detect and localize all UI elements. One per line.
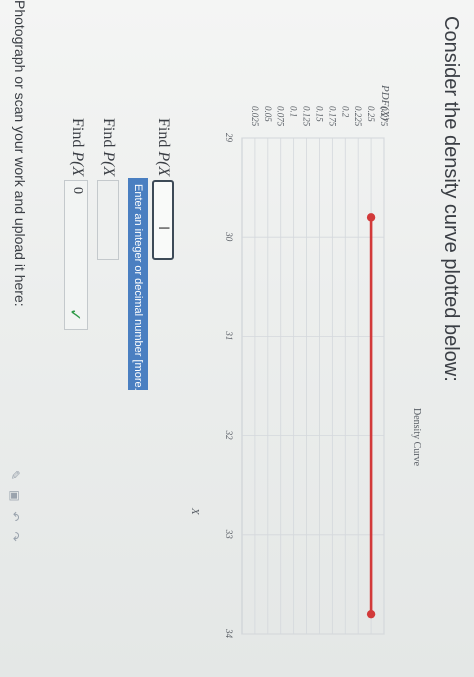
x-tick-label: 31 xyxy=(224,330,234,340)
density-endpoint xyxy=(366,609,376,619)
y-tick-label: 0.05 xyxy=(263,106,273,122)
y-tick-label: 0.175 xyxy=(327,106,337,127)
y-tick-label: 0.25 xyxy=(366,106,376,122)
x-tick-label: 34 xyxy=(224,628,234,639)
y-tick-label: 0.025 xyxy=(250,106,260,127)
y-tick-label: 0.1 xyxy=(289,106,299,117)
question-prefix: Find xyxy=(69,118,86,152)
upload-toolbar: ✎▣↶↷ xyxy=(8,470,22,552)
y-tick-label: 0.125 xyxy=(302,106,312,127)
question-prefix: Find xyxy=(100,118,117,152)
input-format-hint[interactable]: Enter an integer or decimal number [more… xyxy=(128,178,148,390)
y-tick-label: 0.2 xyxy=(340,106,350,118)
chart-grid xyxy=(241,137,385,635)
y-tick-label: 0.15 xyxy=(314,106,324,122)
y-tick-label: 0.075 xyxy=(276,106,286,127)
image-icon[interactable]: ▣ xyxy=(8,490,22,511)
density-endpoint xyxy=(366,213,376,222)
x-axis-label: X xyxy=(189,507,201,516)
plot-area xyxy=(241,137,385,635)
answer-input-p-gt-31[interactable] xyxy=(97,180,119,260)
redo-icon[interactable]: ↷ xyxy=(8,531,22,551)
y-axis-label: PDF(X) xyxy=(379,84,391,121)
x-tick-label: 30 xyxy=(224,231,234,242)
chart-title: Density Curve xyxy=(411,408,422,467)
x-tick-label: 29 xyxy=(224,133,234,143)
x-tick-label: 32 xyxy=(224,430,234,441)
answer-input-p-le-33[interactable] xyxy=(152,180,174,260)
y-tick-label: 0.225 xyxy=(353,106,363,127)
homework-screen: Consider the density curve plotted below… xyxy=(0,0,474,677)
x-tick-label: 33 xyxy=(224,529,234,540)
text-cursor-icon: Ι xyxy=(155,226,171,231)
question-prefix: Find xyxy=(155,118,172,152)
pencil-icon[interactable]: ✎ xyxy=(8,470,22,490)
undo-icon[interactable]: ↶ xyxy=(8,511,22,531)
density-curve-chart: 0.025 0.05 0.075 0.1 0.125 0.15 0.175 0.2 0.225 0… xyxy=(189,84,422,639)
chart-series xyxy=(366,213,376,619)
check-icon: ✓ xyxy=(66,308,85,322)
upload-prompt: Photograph or scan your work and upload … xyxy=(12,0,28,307)
